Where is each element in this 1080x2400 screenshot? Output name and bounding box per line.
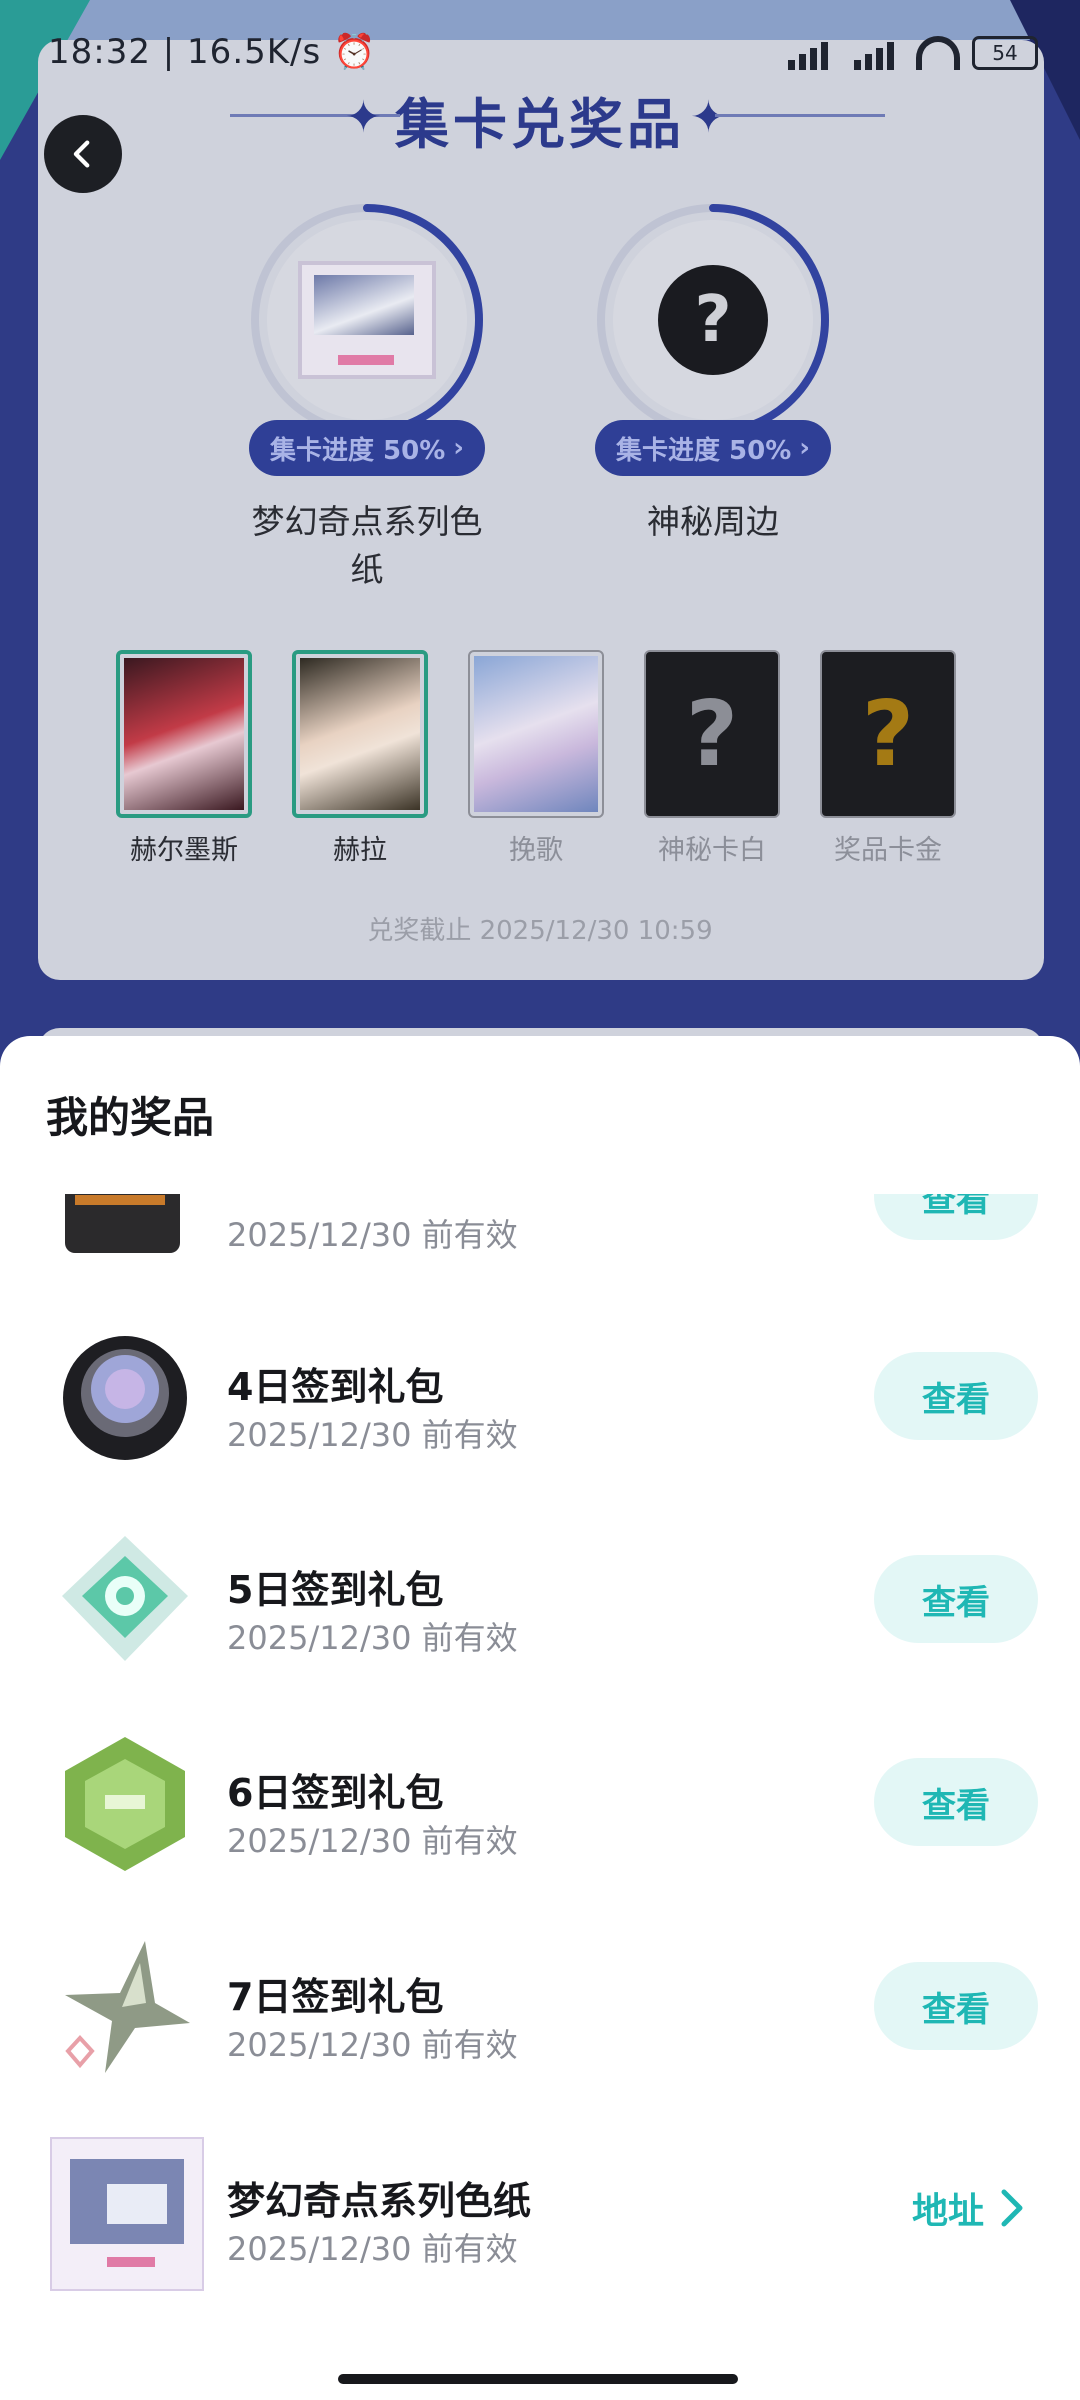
progress-pill[interactable]: 集卡进度 50% ›	[595, 420, 831, 476]
signal-icon	[850, 36, 904, 70]
list-item: 5日签到礼包 2025/12/30 前有效 查看	[0, 1501, 1080, 1701]
home-indicator[interactable]	[338, 2374, 738, 2384]
my-prizes-sheet: 我的奖品 2025/12/30 前有效 查看 4日签到礼包 2025/12/30…	[0, 1036, 1080, 2400]
card-art	[292, 650, 428, 818]
poster-icon	[50, 2137, 204, 2291]
prize-name: 神秘周边	[647, 502, 779, 541]
redeem-deadline: 兑奖截止 2025/12/30 10:59	[367, 916, 713, 946]
card-art: ?	[820, 650, 956, 818]
question-mark-icon: ?	[861, 681, 915, 787]
prize-poster[interactable]: 集卡进度 50% › 梦幻奇点系列色纸	[242, 200, 492, 594]
progress-ring: ?	[593, 200, 833, 440]
card-mystery-white[interactable]: ? 神秘卡白	[644, 650, 780, 867]
star-crystal-icon	[50, 1933, 200, 2083]
card-label: 奖品卡金	[834, 835, 942, 866]
chevron-right-icon	[1001, 2189, 1023, 2227]
question-mark-icon: ?	[685, 681, 739, 787]
poster-thumbnail	[298, 261, 436, 379]
sparkle-icon: ✦	[345, 92, 382, 143]
item-name: 6日签到礼包	[227, 1771, 444, 1815]
item-date: 2025/12/30 前有效	[227, 1619, 518, 1657]
card-label: 挽歌	[509, 835, 563, 866]
lens-badge-icon	[50, 1323, 200, 1473]
card-collection-row: 赫尔墨斯 赫拉 挽歌 ? 神秘卡白 ? 奖品卡金	[116, 650, 956, 867]
card-elegy[interactable]: 挽歌	[468, 650, 604, 867]
view-button[interactable]: 查看	[874, 1758, 1038, 1846]
time-speed: 18:32 | 16.5K/s	[48, 32, 322, 72]
card-art	[116, 650, 252, 818]
address-label: 地址	[911, 2191, 984, 2232]
list-item: 梦幻奇点系列色纸 2025/12/30 前有效 地址	[0, 2112, 1080, 2312]
view-button[interactable]: 查看	[874, 1962, 1038, 2050]
card-art: ?	[644, 650, 780, 818]
card-label: 赫拉	[333, 835, 387, 866]
view-button[interactable]: 查看	[874, 1352, 1038, 1440]
item-name: 5日签到礼包	[227, 1568, 444, 1612]
alarm-icon: ⏰	[333, 32, 377, 72]
sheet-title: 我的奖品	[46, 1093, 215, 1142]
item-name: 4日签到礼包	[227, 1365, 444, 1409]
card-hermes[interactable]: 赫尔墨斯	[116, 650, 252, 867]
gift-box-icon	[50, 1194, 200, 1273]
view-button[interactable]: 查看	[874, 1194, 1038, 1240]
status-right: 54	[784, 36, 1038, 70]
item-date: 2025/12/30 前有效	[227, 2026, 518, 2064]
prize-list[interactable]: 2025/12/30 前有效 查看 4日签到礼包 2025/12/30 前有效 …	[0, 1194, 1080, 2314]
battery-icon: 54	[972, 36, 1038, 70]
item-name: 7日签到礼包	[227, 1975, 444, 2019]
gear-emblem-icon	[50, 1526, 200, 1676]
chevron-right-icon: ›	[453, 433, 464, 463]
card-prize-gold[interactable]: ? 奖品卡金	[820, 650, 956, 867]
prize-mystery[interactable]: ? 集卡进度 50% › 神秘周边	[588, 200, 838, 546]
progress-text: 集卡进度 50%	[269, 435, 446, 466]
list-item: 4日签到礼包 2025/12/30 前有效 查看	[0, 1298, 1080, 1498]
item-date: 2025/12/30 前有效	[227, 1416, 518, 1454]
item-name: 梦幻奇点系列色纸	[227, 2179, 532, 2223]
page-title: 集卡兑奖品	[395, 93, 685, 156]
title-divider-right	[715, 114, 885, 117]
chevron-right-icon: ›	[799, 433, 810, 463]
list-item: 7日签到礼包 2025/12/30 前有效 查看	[0, 1908, 1080, 2108]
card-label: 赫尔墨斯	[130, 835, 238, 866]
card-hera[interactable]: 赫拉	[292, 650, 428, 867]
question-mark-icon: ?	[658, 265, 768, 375]
hex-gem-icon	[50, 1729, 200, 1879]
list-item: 6日签到礼包 2025/12/30 前有效 查看	[0, 1704, 1080, 1904]
prize-name: 梦幻奇点系列色纸	[251, 502, 483, 589]
item-date: 2025/12/30 前有效	[227, 2230, 518, 2268]
list-item: 2025/12/30 前有效 查看	[0, 1194, 1080, 1298]
item-date: 2025/12/30 前有效	[227, 1216, 518, 1254]
sparkle-icon: ✦	[690, 92, 727, 143]
page-title-row: ✦ 集卡兑奖品 ✦	[0, 80, 1080, 159]
progress-ring	[247, 200, 487, 440]
progress-text: 集卡进度 50%	[615, 435, 792, 466]
address-button[interactable]: 地址	[912, 2182, 1026, 2234]
signal-icon	[784, 36, 838, 70]
wifi-icon	[916, 36, 960, 70]
status-left: 18:32 | 16.5K/s ⏰	[48, 32, 376, 72]
progress-pill[interactable]: 集卡进度 50% ›	[249, 420, 485, 476]
status-bar: 18:32 | 16.5K/s ⏰ 54	[48, 32, 1038, 76]
card-label: 神秘卡白	[658, 835, 766, 866]
view-button[interactable]: 查看	[874, 1555, 1038, 1643]
card-art	[468, 650, 604, 818]
item-date: 2025/12/30 前有效	[227, 1822, 518, 1860]
